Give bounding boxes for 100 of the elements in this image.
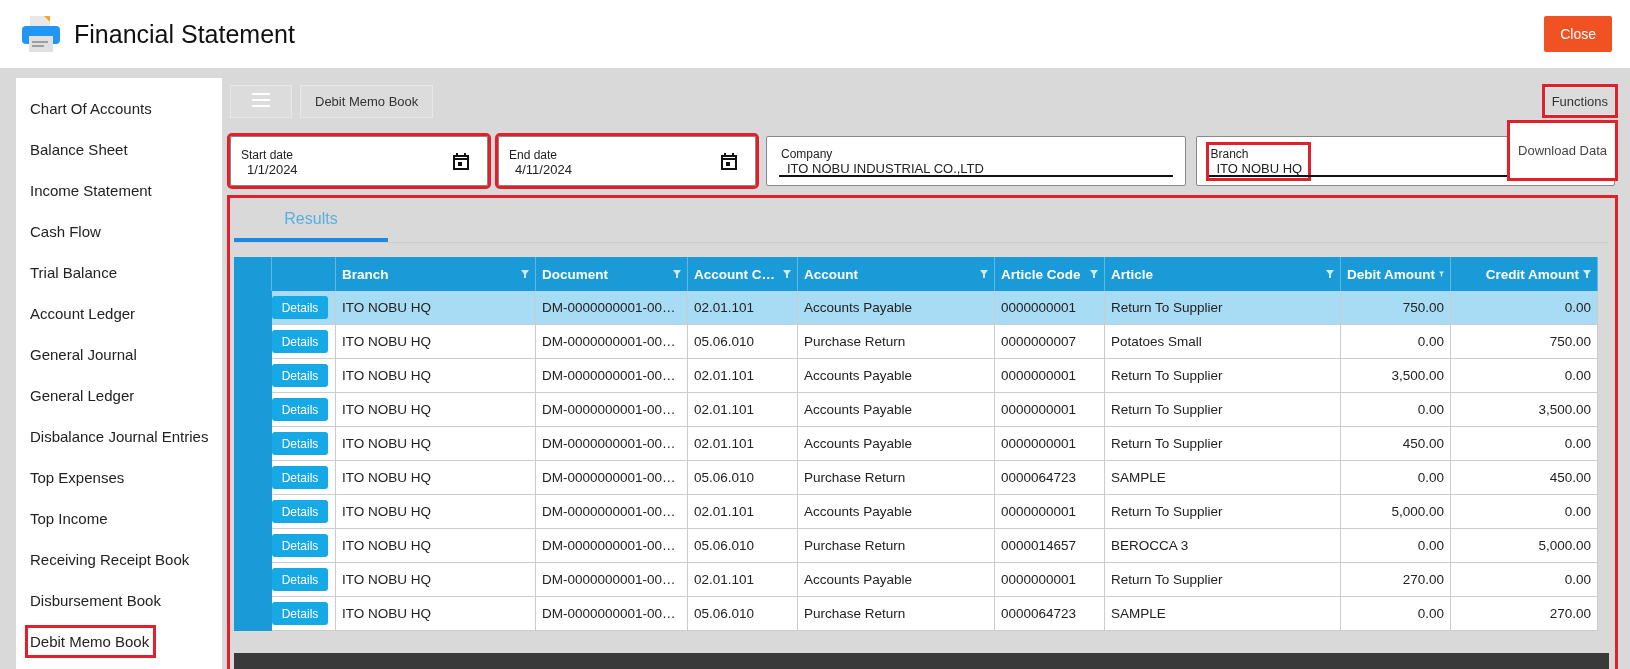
sidebar-item[interactable]: Trial Balance bbox=[28, 252, 121, 293]
menu-item[interactable]: Download Data bbox=[1510, 123, 1615, 178]
horizontal-scrollbar[interactable] bbox=[234, 653, 1609, 669]
table-cell: 3,500.00 bbox=[1341, 359, 1451, 393]
table-cell: 0000000001 bbox=[995, 563, 1105, 597]
table-cell: ITO NOBU HQ bbox=[336, 529, 536, 563]
sidebar-item[interactable]: General Ledger bbox=[28, 375, 139, 416]
table-cell: 750.00 bbox=[1341, 291, 1451, 325]
sidebar-item[interactable]: Balance Sheet bbox=[28, 129, 132, 170]
table-cell: ITO NOBU HQ bbox=[336, 461, 536, 495]
filter-icon[interactable] bbox=[1326, 270, 1334, 278]
calendar-icon bbox=[721, 152, 737, 170]
filter-icon[interactable] bbox=[673, 270, 681, 278]
table-cell: 450.00 bbox=[1451, 461, 1598, 495]
field-label: Branch bbox=[1210, 147, 1250, 161]
functions-button[interactable]: Functions bbox=[1544, 87, 1615, 115]
field-value: 4/11/2024 bbox=[514, 161, 573, 177]
table-cell: 0.00 bbox=[1451, 495, 1598, 529]
table-cell: DM-0000000001-00… bbox=[536, 393, 688, 427]
table-cell: Accounts Payable bbox=[798, 563, 995, 597]
column-title: Branch bbox=[342, 266, 390, 282]
table-cell: 02.01.101 bbox=[688, 495, 798, 529]
table-cell: Return To Supplier bbox=[1105, 427, 1341, 461]
menu-button[interactable] bbox=[230, 84, 292, 118]
table-cell: 02.01.101 bbox=[688, 359, 798, 393]
table-cell: 0000000001 bbox=[995, 495, 1105, 529]
filter-icon[interactable] bbox=[1439, 270, 1444, 278]
table-cell: DM-0000000001-00… bbox=[536, 495, 688, 529]
sidebar-item[interactable]: Top Expenses bbox=[28, 457, 129, 498]
printer-icon bbox=[20, 14, 62, 54]
table-cell: Purchase Return bbox=[798, 325, 995, 359]
filter-icon[interactable] bbox=[1583, 270, 1591, 278]
window-title: Financial Statement bbox=[74, 19, 295, 49]
filter-icon[interactable] bbox=[521, 270, 529, 278]
header-cell bbox=[234, 257, 272, 291]
table-cell: DM-0000000001-00… bbox=[536, 597, 688, 631]
table-cell: Return To Supplier bbox=[1105, 359, 1341, 393]
table-cell: 0.00 bbox=[1341, 529, 1451, 563]
table-cell: 02.01.101 bbox=[688, 563, 798, 597]
sidebar-item[interactable]: Account Ledger bbox=[28, 293, 140, 334]
sidebar-item[interactable]: Receiving Receipt Book bbox=[28, 539, 194, 580]
table-cell: 5,000.00 bbox=[1451, 529, 1598, 563]
table-cell: Return To Supplier bbox=[1105, 393, 1341, 427]
table-cell: DM-0000000001-00… bbox=[536, 291, 688, 325]
header-cell bbox=[272, 257, 336, 291]
filter-icon[interactable] bbox=[980, 270, 988, 278]
table-cell: DM-0000000001-00… bbox=[536, 359, 688, 393]
table-cell: 05.06.010 bbox=[688, 461, 798, 495]
select-field[interactable]: Company ITO NOBU INDUSTRIAL CO.,LTD bbox=[766, 136, 1186, 186]
table-cell: SAMPLE bbox=[1105, 597, 1341, 631]
table-cell: 0.00 bbox=[1341, 393, 1451, 427]
table-cell: 05.06.010 bbox=[688, 529, 798, 563]
sidebar-item[interactable]: Top Income bbox=[28, 498, 112, 539]
table-cell: 0000000001 bbox=[995, 291, 1105, 325]
column-title: Document bbox=[542, 266, 609, 282]
table-cell: Purchase Return bbox=[798, 461, 995, 495]
sidebar-item[interactable]: Disbursement Book bbox=[28, 580, 165, 621]
table-cell: 3,500.00 bbox=[1451, 393, 1598, 427]
sidebar-item[interactable]: Debit Memo Book bbox=[28, 628, 154, 655]
close-button[interactable]: Close bbox=[1544, 16, 1612, 52]
date-field[interactable]: End date 4/11/2024 bbox=[498, 136, 756, 186]
table-cell: 0000000001 bbox=[995, 393, 1105, 427]
sidebar-item[interactable]: Disbalance Journal Entries bbox=[28, 416, 213, 457]
table-cell: 05.06.010 bbox=[688, 325, 798, 359]
table-cell: ITO NOBU HQ bbox=[336, 495, 536, 529]
field-label: Start date bbox=[241, 147, 295, 162]
table-cell: Potatoes Small bbox=[1105, 325, 1341, 359]
table-cell: 0000064723 bbox=[995, 597, 1105, 631]
table-cell: ITO NOBU HQ bbox=[336, 393, 536, 427]
table-cell: Purchase Return bbox=[798, 597, 995, 631]
column-title: Article bbox=[1111, 266, 1155, 282]
table-cell: Return To Supplier bbox=[1105, 291, 1341, 325]
table-cell: 0000000007 bbox=[995, 325, 1105, 359]
sidebar-item[interactable]: Chart Of Accounts bbox=[28, 88, 156, 129]
table-cell: 0.00 bbox=[1451, 563, 1598, 597]
breadcrumb-button[interactable]: Debit Memo Book bbox=[300, 84, 434, 118]
date-field[interactable]: Start date 1/1/2024 bbox=[230, 136, 488, 186]
table-cell: 750.00 bbox=[1451, 325, 1598, 359]
table-cell: BEROCCA 3 bbox=[1105, 529, 1341, 563]
table-cell: DM-0000000001-00… bbox=[536, 563, 688, 597]
table-cell: DM-0000000001-00… bbox=[536, 427, 688, 461]
table-cell: 5,000.00 bbox=[1341, 495, 1451, 529]
table-cell: 05.06.010 bbox=[688, 597, 798, 631]
table-cell: ITO NOBU HQ bbox=[336, 325, 536, 359]
table-cell: 02.01.101 bbox=[688, 427, 798, 461]
filter-icon[interactable] bbox=[783, 270, 791, 278]
table-cell: Accounts Payable bbox=[798, 427, 995, 461]
field-label: Company bbox=[781, 147, 834, 161]
table-cell: 0.00 bbox=[1451, 291, 1598, 325]
table-cell: SAMPLE bbox=[1105, 461, 1341, 495]
table-cell: 270.00 bbox=[1451, 597, 1598, 631]
table-cell: ITO NOBU HQ bbox=[336, 291, 536, 325]
sidebar-item[interactable]: General Journal bbox=[28, 334, 141, 375]
table-cell: 02.01.101 bbox=[688, 393, 798, 427]
table-cell: ITO NOBU HQ bbox=[336, 427, 536, 461]
sidebar-item[interactable]: Cash Flow bbox=[28, 211, 105, 252]
filter-icon[interactable] bbox=[1090, 270, 1098, 278]
table-cell: 02.01.101 bbox=[688, 291, 798, 325]
column-title: Account bbox=[804, 266, 859, 282]
sidebar-item[interactable]: Income Statement bbox=[28, 170, 156, 211]
